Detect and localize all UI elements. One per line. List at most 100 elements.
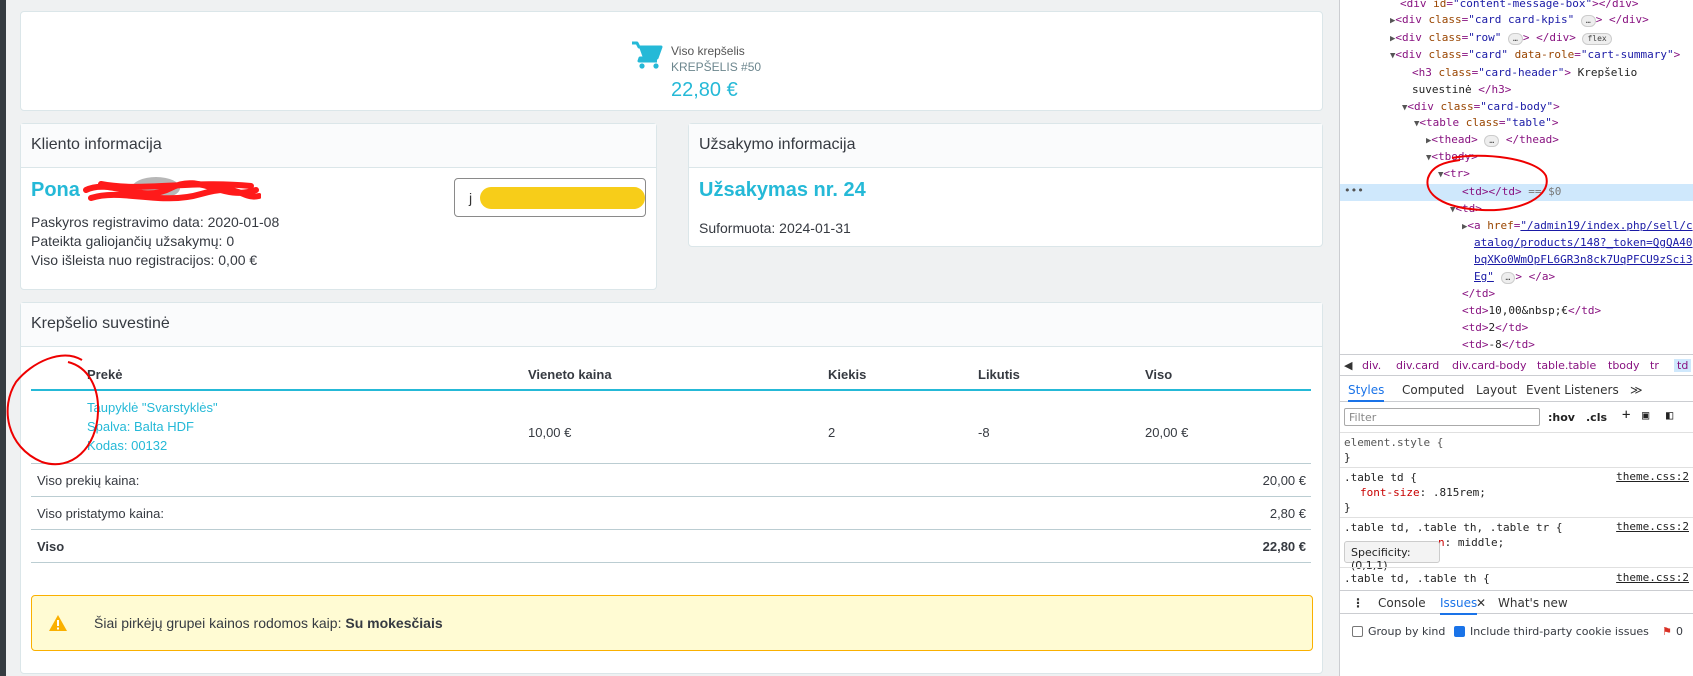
divider [1340, 467, 1693, 468]
row-divider [31, 529, 1311, 530]
row-divider [31, 562, 1311, 563]
tree-node: suvestinė </h3> [1412, 83, 1512, 96]
customer-card-header: Kliento informacija [21, 124, 656, 168]
computed-sidebar-icon[interactable]: ◧ [1666, 408, 1673, 423]
customer-info-card: Kliento informacija Pona j Paskyros regi… [20, 123, 657, 290]
tree-node[interactable]: ▶<div class="card card-kpis" … > </div> [1390, 12, 1649, 29]
product-link[interactable]: Taupyklė "Svarstyklės" Spalva: Balta HDF… [87, 398, 218, 455]
total-spent: Viso išleista nuo registracijos: 0,00 € [31, 252, 258, 268]
more-tabs-icon[interactable]: ≫ [1630, 383, 1643, 397]
new-rule-icon[interactable]: + [1622, 408, 1630, 423]
drawer-tab-whats-new[interactable]: What's new [1498, 596, 1568, 610]
css-declaration[interactable]: n: middle; [1438, 535, 1504, 550]
tab-event-listeners[interactable]: Event Listeners [1526, 383, 1619, 397]
styles-filter-input[interactable]: Filter [1344, 408, 1540, 426]
dom-breadcrumb: ◀ div. div.card div.card-body table.tabl… [1340, 354, 1693, 376]
breadcrumb-scroll-left-icon[interactable]: ◀ [1344, 359, 1352, 372]
tree-node[interactable]: <td>10,00&nbsp;€</td> [1462, 303, 1601, 319]
shipping-total-label: Viso pristatymo kaina: [37, 506, 164, 521]
breadcrumb-item-active[interactable]: td [1674, 359, 1692, 372]
tree-node[interactable]: <td>2</td> [1462, 320, 1528, 336]
tax-display-alert: Šiai pirkėjų grupei kainos rodomos kaip:… [31, 595, 1313, 651]
tree-node: atalog/products/148?_token=QgQA40 [1474, 236, 1693, 249]
drawer-tab-issues[interactable]: Issues [1440, 596, 1478, 615]
customer-email-button[interactable]: j [454, 178, 646, 217]
tree-node[interactable]: ▼<table class="table"> [1414, 115, 1559, 132]
tab-layout[interactable]: Layout [1476, 383, 1517, 397]
devtools-panel: <div id="content-message-box"></div> ▶<d… [1339, 0, 1693, 676]
rule-table-td-selector[interactable]: .table td { [1344, 470, 1417, 485]
admin-sidebar-edge [0, 0, 6, 676]
redaction-highlight [480, 187, 645, 209]
product-name: Taupyklė "Svarstyklės" [87, 400, 218, 415]
issues-count: 0 [1676, 625, 1683, 638]
breadcrumb-item[interactable]: tr [1650, 359, 1659, 372]
kpi-value: 22,80 € [671, 79, 738, 101]
drawer-tab-console[interactable]: Console [1378, 596, 1426, 610]
breadcrumb-item[interactable]: table.table [1537, 359, 1596, 372]
drawer-menu-icon[interactable]: ⋮ [1352, 596, 1364, 610]
cart-summary-card: Krepšelio suvestinė Prekė Vieneto kaina … [20, 302, 1323, 674]
breadcrumb-item[interactable]: div.card [1396, 359, 1439, 372]
rule-table-multi-selector[interactable]: .table td, .table th, .table tr { [1344, 520, 1563, 535]
devtools-subtabs: Styles Computed Layout Event Listeners ≫ [1340, 378, 1693, 402]
tab-styles[interactable]: Styles [1348, 383, 1385, 402]
tab-computed[interactable]: Computed [1402, 383, 1464, 397]
rule-source-link[interactable]: theme.css:2 [1616, 571, 1689, 584]
cart-total-kpi-card: Viso krepšelis KREPŠELIS #50 22,80 € [20, 11, 1323, 111]
tree-node[interactable]: ▼<div class="card" data-role="cart-summa… [1390, 47, 1680, 64]
rule-brace: } [1344, 501, 1351, 514]
close-tab-icon[interactable]: ✕ [1476, 596, 1486, 610]
product-unit-price: 10,00 € [528, 425, 572, 440]
shopping-cart-icon [632, 41, 663, 69]
divider [1340, 432, 1693, 433]
products-total-value: 20,00 € [1262, 473, 1306, 488]
customer-name-link[interactable]: Pona [31, 179, 80, 202]
product-code: Kodas: 00132 [87, 438, 168, 453]
tree-node[interactable]: <div id="content-message-box"></div> [1400, 0, 1638, 12]
kpi-title: Viso krepšelis [671, 44, 745, 58]
order-card-header: Užsakymo informacija [689, 124, 1322, 168]
tree-node[interactable]: ▶<thead> … </thead> [1426, 132, 1559, 149]
order-info-card: Užsakymo informacija Užsakymas nr. 24 Su… [688, 123, 1323, 247]
rule-source-link[interactable]: theme.css:2 [1616, 520, 1689, 533]
warning-icon [49, 615, 67, 631]
alert-emphasis: Su mokesčiais [345, 615, 443, 631]
third-party-label: Include third-party cookie issues [1470, 625, 1649, 638]
tree-node[interactable]: ▶<a href="/admin19/index.php/sell/c [1462, 218, 1693, 235]
row-divider [31, 496, 1311, 497]
product-color: Spalva: Balta HDF [87, 419, 194, 434]
tree-node[interactable]: </td> [1462, 286, 1495, 302]
element-state-icon[interactable]: ▣ [1642, 408, 1649, 423]
hov-toggle[interactable]: :hov [1548, 410, 1575, 425]
tree-node[interactable]: <td>-8</td> [1462, 337, 1535, 352]
tree-node[interactable]: ▼<div class="card-body"> [1402, 99, 1560, 116]
divider [1340, 517, 1693, 518]
rule-source-link[interactable]: theme.css:2 [1616, 470, 1689, 483]
product-quantity: 2 [828, 425, 836, 440]
table-header-underline [31, 389, 1311, 391]
tree-node[interactable]: <h3 class="card-header"> Krepšelio [1412, 65, 1637, 81]
specificity-tooltip: Specificity: (0,1,1) [1344, 541, 1440, 572]
tree-node[interactable]: ▶<div class="row" … > </div> flex [1390, 30, 1612, 47]
order-created-date: Suformuota: 2024-01-31 [699, 220, 851, 236]
grand-total-value: 22,80 € [1262, 539, 1306, 554]
more-actions-icon[interactable]: ••• [1344, 183, 1364, 199]
shipping-total-value: 2,80 € [1269, 506, 1306, 521]
cls-toggle[interactable]: .cls [1586, 410, 1607, 425]
product-stock: -8 [978, 425, 990, 440]
elements-tree: <div id="content-message-box"></div> ▶<d… [1340, 0, 1693, 352]
kpi-subtitle: KREPŠELIS #50 [671, 60, 762, 74]
css-declaration[interactable]: font-size: .815rem; [1360, 485, 1486, 500]
group-by-kind-label: Group by kind [1368, 625, 1446, 638]
breadcrumb-item[interactable]: tbody [1608, 359, 1640, 372]
breadcrumb-item[interactable]: div. [1362, 359, 1381, 372]
rule-brace: } [1344, 451, 1351, 464]
registration-date: Paskyros registravimo data: 2020-01-08 [31, 214, 280, 230]
group-by-kind-checkbox[interactable] [1352, 626, 1363, 637]
third-party-checkbox[interactable] [1454, 626, 1465, 637]
rule-table-td-th-selector[interactable]: .table td, .table th { [1344, 571, 1490, 586]
order-number-link[interactable]: Užsakymas nr. 24 [699, 179, 866, 202]
alert-text: Šiai pirkėjų grupei kainos rodomos kaip:… [94, 615, 443, 631]
breadcrumb-item[interactable]: div.card-body [1452, 359, 1526, 372]
